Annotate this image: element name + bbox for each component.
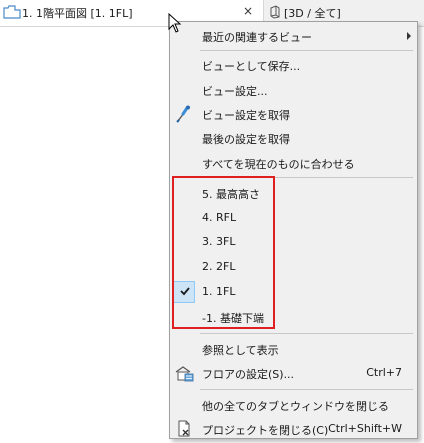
tab-floor-plan-title: 1. 1階平面図 [1. 1FL]	[22, 7, 133, 20]
menu-item-close-project[interactable]: プロジェクトを閉じる(C) Ctrl+Shift+W	[170, 417, 417, 441]
menu-item-floor-settings[interactable]: フロアの設定(S)... Ctrl+7	[170, 361, 417, 385]
close-project-icon	[178, 420, 190, 437]
menu-item-label: すべてを現在のものに合わせる	[202, 158, 355, 171]
menu-separator	[200, 333, 413, 334]
tab-close-button[interactable]: ×	[243, 4, 253, 18]
eyedropper-icon	[176, 105, 190, 123]
floor-settings-icon	[175, 366, 194, 382]
menu-item-label: 最後の設定を取得	[202, 133, 290, 146]
menu-item-show-as-reference[interactable]: 参照として表示	[170, 337, 417, 361]
menu-item-save-as-view[interactable]: ビューとして保存...	[170, 53, 417, 77]
menu-item-get-last-settings[interactable]: 最後の設定を取得	[170, 126, 417, 150]
submenu-arrow-icon	[407, 32, 411, 40]
menu-item-label: ビューとして保存...	[202, 60, 301, 73]
menu-item-label: 参照として表示	[202, 344, 279, 357]
menu-item-shortcut: Ctrl+7	[366, 366, 402, 379]
menu-item-shortcut: Ctrl+Shift+W	[328, 422, 402, 435]
menu-item-view-settings[interactable]: ビュー設定...	[170, 78, 417, 102]
menu-item-label: ビュー設定を取得	[202, 109, 290, 122]
menu-item-close-other-tabs[interactable]: 他の全てのタブとウィンドウを閉じる	[170, 393, 417, 417]
menu-item-label: プロジェクトを閉じる(C)	[202, 424, 329, 437]
menu-item-label: 最近の関連するビュー	[202, 31, 312, 44]
menu-item-get-view-settings[interactable]: ビュー設定を取得	[170, 102, 417, 126]
menu-item-label: フロアの設定(S)...	[202, 368, 295, 381]
mouse-cursor-icon	[168, 13, 182, 33]
floor-plan-icon	[3, 5, 21, 19]
menu-item-recent-views[interactable]: 最近の関連するビュー	[170, 24, 417, 48]
3d-window-icon	[270, 5, 280, 19]
tab-3d-title: [3D / 全て]	[284, 7, 341, 20]
menu-item-label: ビュー設定...	[202, 85, 268, 98]
menu-item-match-all-current[interactable]: すべてを現在のものに合わせる	[170, 151, 417, 175]
highlight-box	[172, 176, 275, 329]
menu-item-label: 他の全てのタブとウィンドウを閉じる	[202, 400, 389, 413]
menu-separator	[200, 50, 413, 51]
menu-separator	[200, 389, 413, 390]
